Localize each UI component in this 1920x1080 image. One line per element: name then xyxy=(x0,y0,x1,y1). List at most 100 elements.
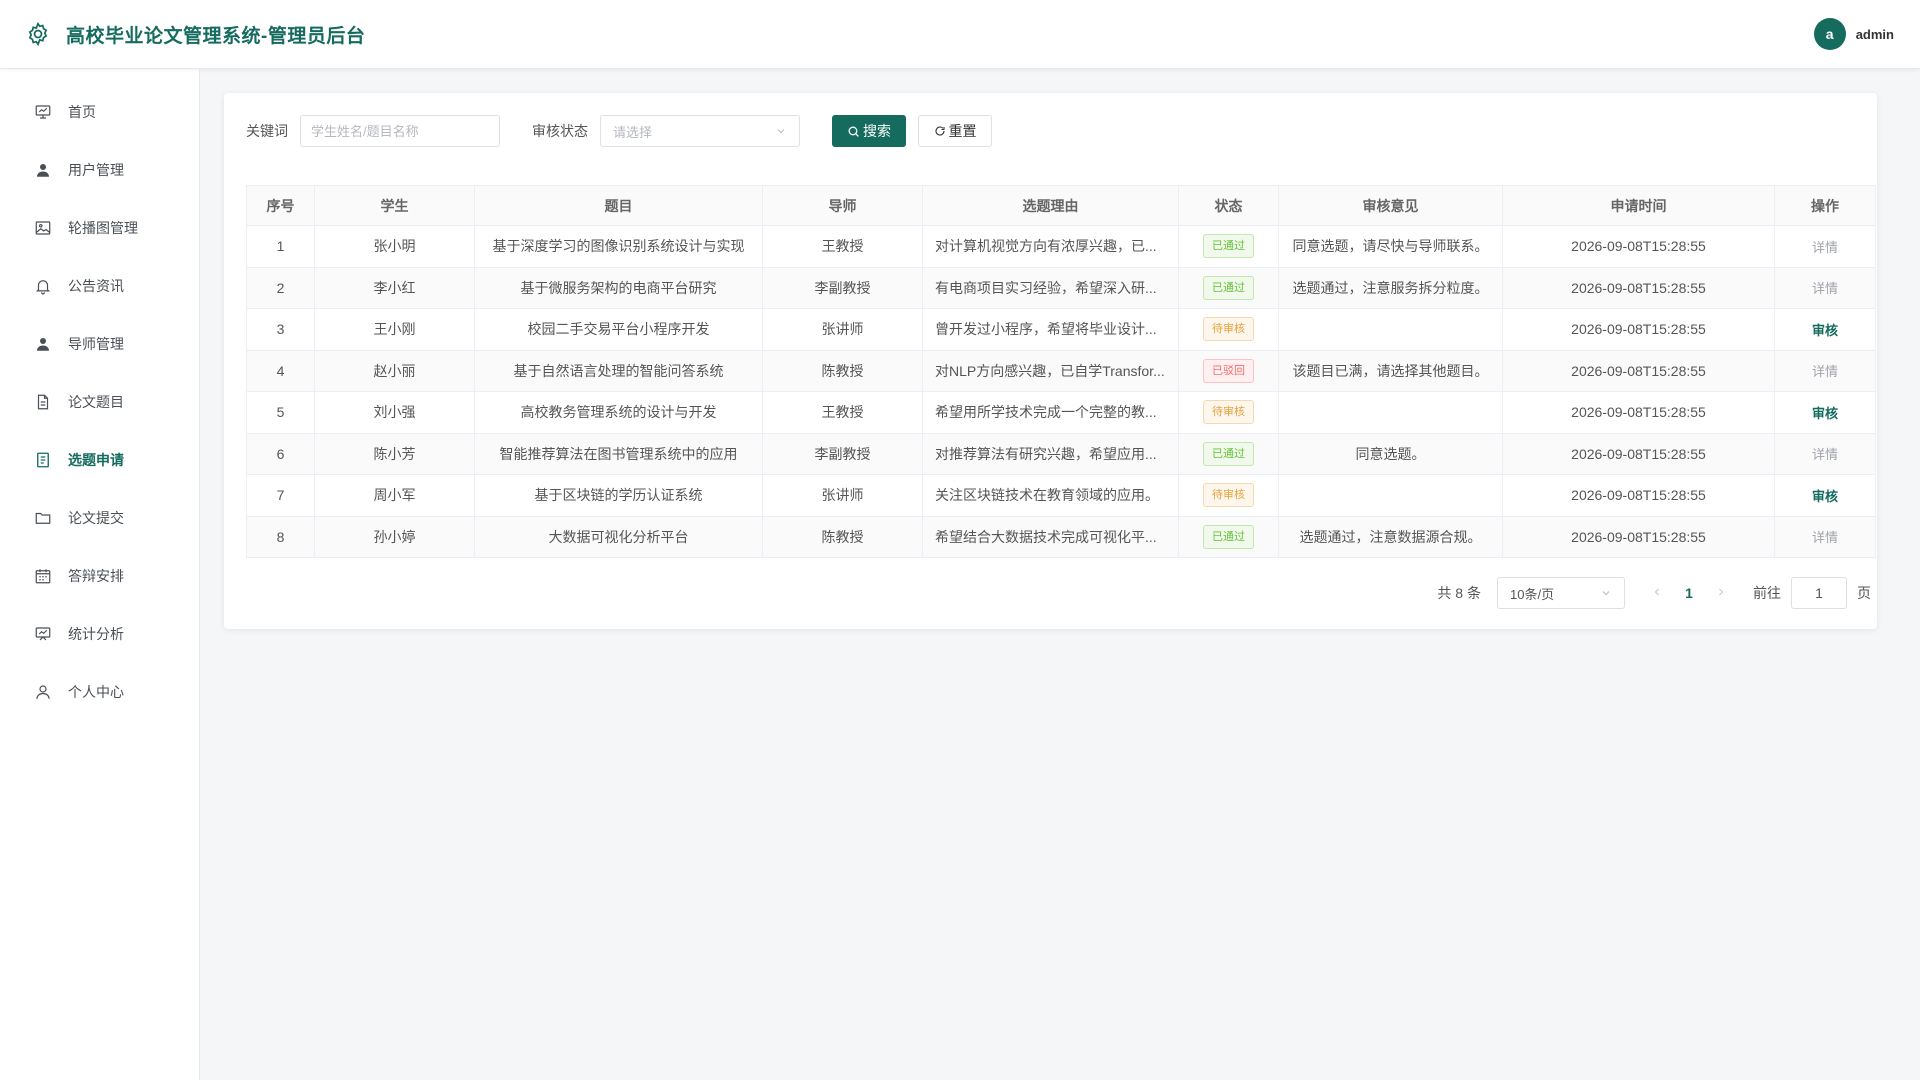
advisor-name: 陈教授 xyxy=(821,528,864,545)
sidebar-item-carousel[interactable]: 轮播图管理 xyxy=(0,199,199,257)
advisor-name: 王教授 xyxy=(821,404,864,421)
row-number-cell: 1 xyxy=(246,225,315,268)
document-icon xyxy=(37,394,49,410)
student-name-cell: 周小军 xyxy=(314,474,475,517)
apply-time-cell: 2026-09-08T15:28:55 xyxy=(1502,350,1775,392)
column-header[interactable]: 序号 xyxy=(246,185,315,226)
reset-button-label: 重置 xyxy=(948,123,977,139)
selection-reason-cell: 希望结合大数据技术完成可视化平... xyxy=(922,516,1179,558)
bell-icon xyxy=(35,280,51,295)
sidebar-item-label: 选题申请 xyxy=(68,452,124,468)
table-row: 8 孙小婷 大数据可视化分析平台 陈教授 希望结合大数据技术完成可视化平... 已通过 选题… xyxy=(246,516,1876,558)
status-badge: 已通过 xyxy=(1203,275,1254,300)
column-header[interactable]: 申请时间 xyxy=(1502,185,1775,226)
goto-page-input[interactable] xyxy=(1791,577,1847,609)
selection-reason: 关注区块链技术在教育领域的应用。 xyxy=(935,487,1159,504)
column-header[interactable]: 状态 xyxy=(1178,185,1279,226)
detail-link[interactable]: 详情 xyxy=(1812,364,1838,379)
row-number-cell: 6 xyxy=(246,433,315,475)
student-name: 王小刚 xyxy=(373,321,416,338)
search-button[interactable]: 搜索 xyxy=(832,115,906,147)
sidebar-item-topics[interactable]: 论文题目 xyxy=(0,373,199,431)
user-menu[interactable]: a admin xyxy=(1813,18,1894,50)
sidebar-item-profile[interactable]: 个人中心 xyxy=(0,663,199,721)
column-header[interactable]: 题目 xyxy=(474,185,763,226)
page-size-select[interactable]: 10条/页 xyxy=(1497,577,1625,609)
chart-board-icon xyxy=(35,627,51,641)
student-name: 周小军 xyxy=(373,487,416,504)
sidebar-item-defense[interactable]: 答辩安排 xyxy=(0,547,199,605)
sidebar-item-statistics[interactable]: 统计分析 xyxy=(0,605,199,663)
review-link[interactable]: 审核 xyxy=(1812,406,1838,421)
column-header[interactable]: 导师 xyxy=(762,185,923,226)
topic-title: 基于微服务架构的电商平台研究 xyxy=(520,279,717,296)
review-link[interactable]: 审核 xyxy=(1812,323,1838,338)
review-opinion-cell: 选题通过，注意服务拆分粒度。 xyxy=(1278,267,1503,309)
row-action-cell: 审核 xyxy=(1774,474,1876,517)
column-header[interactable]: 学生 xyxy=(314,185,475,226)
column-header[interactable]: 审核意见 xyxy=(1278,185,1503,226)
user-icon xyxy=(37,338,49,351)
row-action-cell: 详情 xyxy=(1774,350,1876,392)
column-header[interactable]: 选题理由 xyxy=(922,185,1179,226)
advisor-name: 张讲师 xyxy=(821,487,864,504)
student-name-cell: 赵小丽 xyxy=(314,350,475,392)
apply-time: 2026-09-08T15:28:55 xyxy=(1571,279,1706,296)
status-badge-cell: 已通过 xyxy=(1178,516,1279,558)
apply-time-cell: 2026-09-08T15:28:55 xyxy=(1502,433,1775,475)
apply-time: 2026-09-08T15:28:55 xyxy=(1571,528,1706,545)
status-select[interactable]: 请选择 xyxy=(600,115,800,147)
student-name-cell: 孙小婷 xyxy=(314,516,475,558)
search-button-label: 搜索 xyxy=(863,123,891,139)
status-badge-cell: 已驳回 xyxy=(1178,350,1279,392)
topic-title-cell: 基于区块链的学历认证系统 xyxy=(474,474,763,517)
sidebar-item-applications[interactable]: 选题申请 xyxy=(0,431,199,489)
row-number-cell: 7 xyxy=(246,474,315,517)
row-number-cell: 2 xyxy=(246,267,315,309)
detail-link[interactable]: 详情 xyxy=(1812,281,1838,296)
row-number: 5 xyxy=(276,404,285,421)
row-number: 2 xyxy=(276,279,285,296)
row-action-cell: 详情 xyxy=(1774,267,1876,309)
apply-time: 2026-09-08T15:28:55 xyxy=(1571,404,1706,421)
advisor-name: 李副教授 xyxy=(814,445,871,462)
sidebar-item-advisors[interactable]: 导师管理 xyxy=(0,315,199,373)
row-number: 1 xyxy=(276,238,285,255)
selection-reason-cell: 对推荐算法有研究兴趣，希望应用... xyxy=(922,433,1179,475)
next-page-button[interactable] xyxy=(1705,585,1737,601)
row-number: 3 xyxy=(276,321,285,338)
row-number: 8 xyxy=(276,528,285,545)
detail-link[interactable]: 详情 xyxy=(1812,240,1838,255)
prev-page-button[interactable] xyxy=(1641,585,1673,601)
detail-link[interactable]: 详情 xyxy=(1812,530,1838,545)
sidebar-item-users[interactable]: 用户管理 xyxy=(0,141,199,199)
review-opinion: 同意选题，请尽快与导师联系。 xyxy=(1292,238,1489,255)
topic-title-cell: 校园二手交易平台小程序开发 xyxy=(474,308,763,351)
row-number-cell: 8 xyxy=(246,516,315,558)
review-opinion-cell xyxy=(1278,308,1503,351)
column-header[interactable]: 操作 xyxy=(1774,185,1876,226)
table-row: 5 刘小强 高校教务管理系统的设计与开发 王教授 希望用所学技术完成一个完整的教... 待… xyxy=(246,391,1876,434)
status-badge: 已通过 xyxy=(1203,234,1254,259)
student-name-cell: 张小明 xyxy=(314,225,475,268)
selection-reason-cell: 关注区块链技术在教育领域的应用。 xyxy=(922,474,1179,517)
keyword-input[interactable] xyxy=(300,115,500,147)
row-action-cell: 详情 xyxy=(1774,516,1876,558)
detail-link[interactable]: 详情 xyxy=(1812,447,1838,462)
review-link[interactable]: 审核 xyxy=(1812,489,1838,504)
status-badge-cell: 待审核 xyxy=(1178,474,1279,517)
status-badge-cell: 已通过 xyxy=(1178,267,1279,309)
reset-button[interactable]: 重置 xyxy=(918,115,992,147)
row-number: 6 xyxy=(276,445,285,462)
chevron-down-icon xyxy=(777,129,785,134)
topic-title: 高校教务管理系统的设计与开发 xyxy=(520,404,717,421)
table-row: 1 张小明 基于深度学习的图像识别系统设计与实现 王教授 对计算机视觉方向有浓厚兴趣，已… xyxy=(246,225,1876,268)
avatar: a xyxy=(1813,18,1846,50)
refresh-icon xyxy=(934,126,945,136)
sidebar-item-notices[interactable]: 公告资讯 xyxy=(0,257,199,315)
table-header-row: 序号 学生 题目 导师 选题理由 状态 审核意见 申请时间 操作 xyxy=(246,185,1876,226)
status-badge-cell: 待审核 xyxy=(1178,391,1279,434)
page-number[interactable]: 1 xyxy=(1673,585,1705,601)
sidebar-item-home[interactable]: 首页 xyxy=(0,83,199,141)
sidebar-item-submissions[interactable]: 论文提交 xyxy=(0,489,199,547)
